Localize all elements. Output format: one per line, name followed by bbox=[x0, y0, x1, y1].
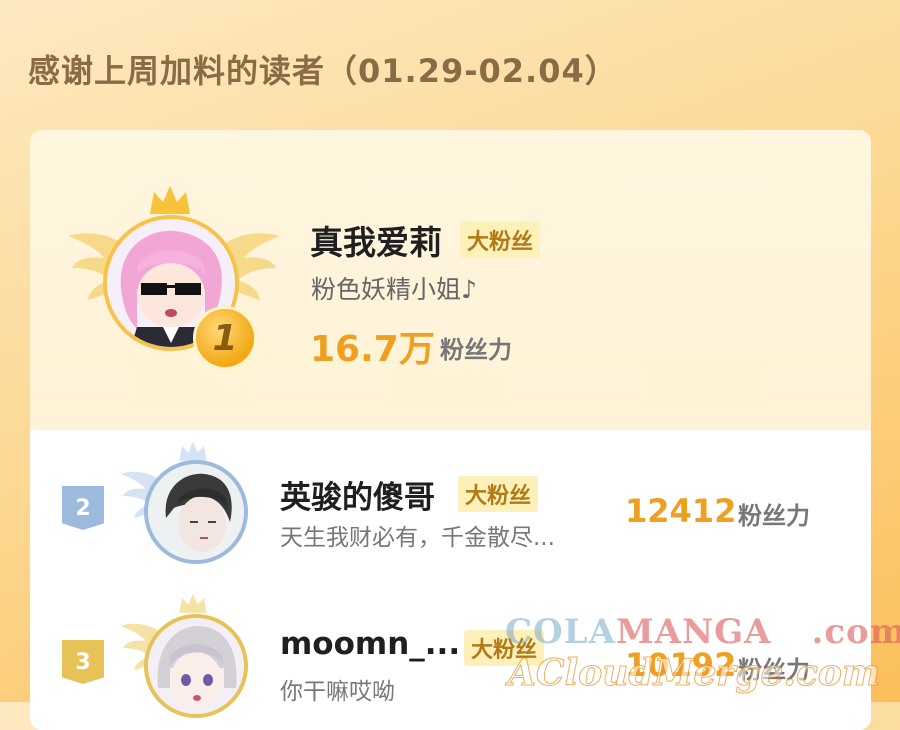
list-item[interactable]: 2 英骏的傻哥 大粉丝 天生我财必有，千金散尽... 12412 粉丝力 bbox=[30, 430, 871, 580]
reader-name[interactable]: 英骏的傻哥 bbox=[280, 472, 435, 517]
reader-signature: 天生我财必有，千金散尽... bbox=[280, 525, 555, 551]
watermark-part-c: .com bbox=[811, 612, 900, 652]
top-reader-signature: 粉色妖精小姐♪ bbox=[311, 275, 477, 304]
top-reader-fans-value: 16.7万 bbox=[310, 329, 435, 370]
top-reader-name[interactable]: 真我爱莉 bbox=[310, 216, 442, 264]
rank-3-badge: 3 bbox=[62, 640, 104, 684]
fan-level-badge: 大粉丝 bbox=[460, 222, 541, 258]
top-reader-fans-label: 粉丝力 bbox=[440, 336, 512, 364]
crown-icon bbox=[179, 593, 207, 613]
rank-1-medal: 1 bbox=[193, 306, 257, 370]
top-reader-section[interactable]: 1 真我爱莉 大粉丝 粉色妖精小姐♪ 16.7万 粉丝力 bbox=[30, 130, 871, 430]
reader-avatar[interactable] bbox=[144, 460, 248, 564]
watermark-acloudmerge: ACloudMerge.com bbox=[508, 652, 881, 695]
rank-2-badge: 2 bbox=[62, 486, 104, 530]
fan-level-badge: 大粉丝 bbox=[458, 476, 539, 512]
watermark-colamanga: COLAMANGA .com bbox=[505, 612, 900, 652]
avatar-image bbox=[148, 464, 244, 560]
avatar-image bbox=[148, 618, 244, 714]
crown-icon bbox=[150, 186, 190, 214]
watermark-part-b: MANGA bbox=[615, 612, 772, 652]
reader-fans-value: 12412 bbox=[625, 492, 737, 530]
watermark-part-a: COLA bbox=[505, 612, 616, 652]
page-title: 感谢上周加料的读者（01.29-02.04） bbox=[28, 52, 618, 90]
reader-avatar[interactable] bbox=[144, 614, 248, 718]
reader-signature: 你干嘛哎呦 bbox=[280, 679, 395, 705]
reader-name[interactable]: moomn_... bbox=[280, 626, 460, 662]
reader-fans-label: 粉丝力 bbox=[738, 502, 810, 530]
